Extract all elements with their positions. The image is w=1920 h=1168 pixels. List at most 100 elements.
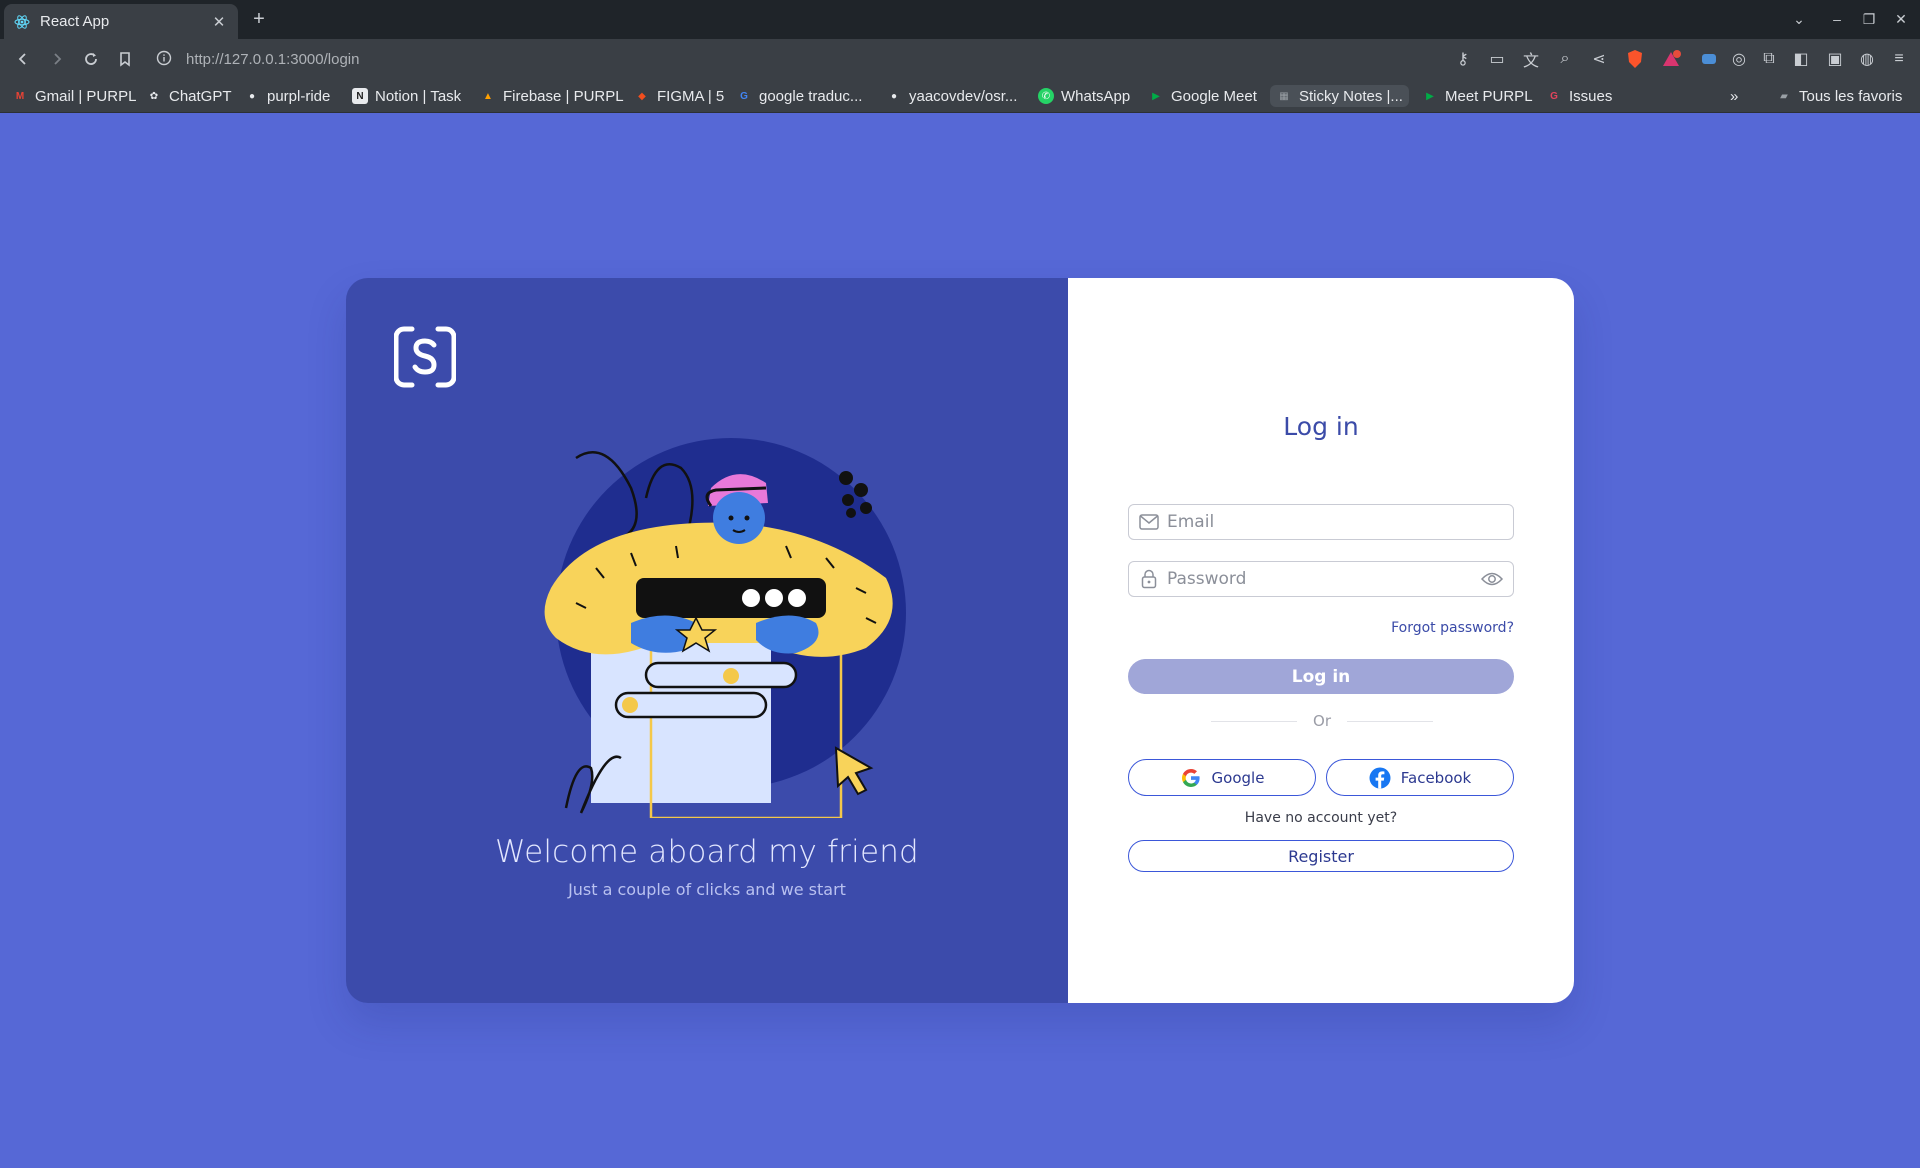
forward-icon[interactable] <box>46 48 68 70</box>
bookmark-label: google traduc... <box>759 87 863 105</box>
bookmark-github-osr[interactable]: ● yaacovdev/osr... <box>886 85 1017 107</box>
meet-icon: ▶ <box>1152 90 1160 102</box>
bookmark-label: Meet PURPL <box>1445 87 1533 105</box>
record-icon[interactable]: ◎ <box>1728 48 1750 70</box>
divider-line <box>1211 720 1298 722</box>
brave-shield-icon[interactable] <box>1624 48 1646 70</box>
more-bookmarks-icon[interactable]: » <box>1730 85 1738 107</box>
app-logo <box>393 326 457 388</box>
new-tab-button[interactable]: + <box>248 8 270 30</box>
bookmark-label: Google Meet <box>1171 87 1257 105</box>
url-text: http://127.0.0.1:3000/login <box>186 50 360 68</box>
welcome-title: Welcome aboard my friend <box>495 834 919 870</box>
close-window-icon[interactable]: ✕ <box>1890 8 1912 30</box>
bookmark-google-meet[interactable]: ▶ Google Meet <box>1148 85 1257 107</box>
password-input[interactable] <box>1167 569 1481 589</box>
google-login-button[interactable]: Google <box>1128 759 1316 796</box>
bookmark-label: Sticky Notes |... <box>1299 87 1403 105</box>
vpn-icon[interactable]: ◍ <box>1856 48 1878 70</box>
bookmark-issues[interactable]: G Issues <box>1546 85 1612 107</box>
issues-icon: G <box>1550 90 1558 102</box>
bookmark-meet-purpl[interactable]: ▶ Meet PURPL <box>1422 85 1533 107</box>
folder-icon: ▰ <box>1780 90 1788 102</box>
share-icon[interactable]: ⋖ <box>1588 48 1610 70</box>
extensions-icon[interactable]: ⧉ <box>1758 48 1780 70</box>
bookmark-gmail[interactable]: M Gmail | PURPL <box>12 85 137 107</box>
login-title: Log in <box>1283 412 1359 441</box>
no-account-text: Have no account yet? <box>1244 810 1398 826</box>
translate-icon[interactable]: 文 <box>1520 48 1542 70</box>
browser-toolbar: http://127.0.0.1:3000/login ⚷ ▭ 文 ⌕ ⋖ ◎ … <box>0 39 1920 79</box>
login-panel: Log in Forgot password? Log in Or <box>1068 278 1574 1003</box>
back-icon[interactable] <box>12 48 34 70</box>
bookmark-label: purpl-ride <box>267 87 331 105</box>
sticky-notes-icon: ▦ <box>1279 90 1289 102</box>
bookmark-purpl-ride[interactable]: ● purpl-ride <box>244 85 330 107</box>
welcome-panel: Welcome aboard my friend Just a couple o… <box>346 278 1068 1003</box>
lock-icon <box>1139 569 1159 589</box>
bookmarks-bar: M Gmail | PURPL ✿ ChatGPT ● purpl-ride N… <box>0 79 1920 113</box>
key-icon[interactable]: ⚷ <box>1452 48 1474 70</box>
figma-icon: ◆ <box>638 90 646 102</box>
zoom-icon[interactable]: ⌕ <box>1554 48 1576 70</box>
login-card: Welcome aboard my friend Just a couple o… <box>346 278 1574 1003</box>
bookmark-whatsapp[interactable]: ✆ WhatsApp <box>1038 85 1130 107</box>
password-field[interactable] <box>1128 561 1514 597</box>
close-tab-icon[interactable]: ✕ <box>210 13 228 31</box>
cast-icon[interactable]: ▭ <box>1486 48 1508 70</box>
facebook-label: Facebook <box>1400 768 1472 787</box>
facebook-login-button[interactable]: Facebook <box>1326 759 1514 796</box>
mail-icon <box>1139 512 1159 532</box>
google-label: Google <box>1211 768 1265 787</box>
or-divider: Or <box>1211 711 1434 731</box>
forgot-password-link[interactable]: Forgot password? <box>1391 620 1514 636</box>
browser-tab-bar: React App ✕ + ⌄ – ❐ ✕ <box>0 0 1920 39</box>
google-icon: G <box>740 90 748 102</box>
divider-line <box>1347 720 1434 722</box>
bookmark-firebase[interactable]: ▲ Firebase | PURPL <box>480 85 624 107</box>
github-icon: ● <box>248 90 256 102</box>
tab-search-icon[interactable]: ⌄ <box>1788 8 1810 30</box>
wallet-icon[interactable]: ▣ <box>1824 48 1846 70</box>
bookmark-label: WhatsApp <box>1061 87 1131 105</box>
bookmark-label: Firebase | PURPL <box>503 87 624 105</box>
welcome-subtitle: Just a couple of clicks and we start <box>568 880 846 899</box>
bookmark-chatgpt[interactable]: ✿ ChatGPT <box>146 85 232 107</box>
bookmark-label: Issues <box>1569 87 1613 105</box>
all-bookmarks-folder[interactable]: ▰ Tous les favoris <box>1776 85 1902 107</box>
bookmark-label: FIGMA | 5 <box>657 87 725 105</box>
login-button[interactable]: Log in <box>1128 659 1514 694</box>
email-field[interactable] <box>1128 504 1514 540</box>
bookmark-label: Notion | Task <box>375 87 462 105</box>
extension-icon[interactable] <box>1698 48 1720 70</box>
tab-title: React App <box>40 13 110 30</box>
browser-tab[interactable]: React App ✕ <box>4 4 238 39</box>
react-icon <box>14 14 30 30</box>
gmail-icon: M <box>15 90 25 102</box>
facebook-icon <box>1369 767 1391 789</box>
bookmark-google-translate[interactable]: G google traduc... <box>736 85 862 107</box>
bookmark-figma[interactable]: ◆ FIGMA | 5 <box>634 85 724 107</box>
bookmark-icon[interactable] <box>114 48 136 70</box>
address-bar[interactable]: http://127.0.0.1:3000/login <box>150 43 1416 75</box>
sidebar-icon[interactable]: ◧ <box>1790 48 1812 70</box>
brave-rewards-icon[interactable] <box>1660 48 1682 70</box>
site-info-icon[interactable] <box>156 50 174 68</box>
eye-icon[interactable] <box>1481 568 1503 590</box>
bookmark-label: ChatGPT <box>169 87 232 105</box>
restore-icon[interactable]: ❐ <box>1858 8 1880 30</box>
bookmark-notion[interactable]: N Notion | Task <box>352 85 461 107</box>
github-icon: ● <box>890 90 898 102</box>
meet-icon: ▶ <box>1426 90 1434 102</box>
email-input[interactable] <box>1167 512 1503 532</box>
minimize-icon[interactable]: – <box>1826 8 1848 30</box>
firebase-icon: ▲ <box>483 90 493 102</box>
whatsapp-icon: ✆ <box>1038 88 1054 104</box>
notion-icon: N <box>352 88 368 104</box>
bookmark-label: Gmail | PURPL <box>35 87 137 105</box>
register-button[interactable]: Register <box>1128 840 1514 872</box>
reload-icon[interactable] <box>80 48 102 70</box>
bookmark-sticky-notes[interactable]: ▦ Sticky Notes |... <box>1270 85 1409 107</box>
menu-icon[interactable]: ≡ <box>1888 48 1910 70</box>
or-label: Or <box>1313 712 1331 730</box>
